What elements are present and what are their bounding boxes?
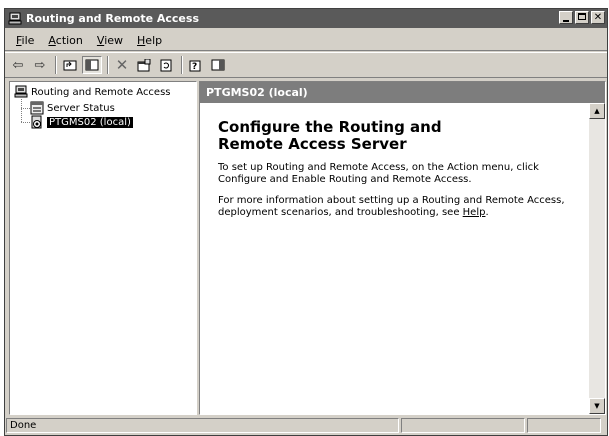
maximize-button[interactable]: [575, 11, 589, 24]
properties-icon: [137, 58, 151, 71]
status-panel-2: [401, 418, 525, 433]
refresh-icon: [160, 59, 172, 71]
configure-heading: Configure the Routing and Remote Access …: [218, 118, 442, 153]
tree-root-label: Routing and Remote Access: [31, 86, 171, 98]
status-text: Done: [6, 418, 399, 433]
help-icon: ?: [189, 60, 201, 72]
up-folder-icon: [63, 60, 77, 71]
title-bar[interactable]: Routing and Remote Access ✕: [5, 9, 607, 28]
tree-item-server-status[interactable]: Server Status: [30, 101, 115, 115]
svg-text:?: ?: [192, 62, 197, 72]
forward-arrow-icon: ⇨: [34, 57, 46, 73]
tree-item-label: Server Status: [47, 102, 115, 114]
tree-item-ptgms02-local[interactable]: PTGMS02 (local): [30, 115, 133, 129]
tree-connector: [21, 99, 22, 122]
show-hide-action-pane-button[interactable]: [208, 56, 228, 74]
status-bar: Done: [5, 416, 607, 435]
show-hide-tree-button[interactable]: [82, 56, 102, 74]
details-body: Configure the Routing and Remote Access …: [200, 103, 589, 414]
scroll-down-arrow-icon: ▼: [594, 402, 600, 410]
vertical-scrollbar[interactable]: ▲ ▼: [589, 103, 605, 414]
toolbar-separator: [107, 56, 109, 74]
setup-instructions: To set up Routing and Remote Access, on …: [218, 162, 539, 185]
close-button[interactable]: ✕: [591, 11, 605, 24]
scroll-down-button[interactable]: ▼: [589, 398, 605, 414]
window-title: Routing and Remote Access: [26, 12, 199, 25]
help-button[interactable]: ?: [186, 56, 206, 74]
menu-file[interactable]: File: [9, 34, 41, 47]
tree-connector: [21, 108, 30, 109]
forward-button[interactable]: ⇨: [30, 56, 50, 74]
tree-connector: [21, 122, 30, 123]
console-tree[interactable]: Routing and Remote Access Server Status …: [9, 81, 197, 415]
more-info-text: For more information about setting up a …: [218, 195, 565, 218]
console-tree-icon: [85, 59, 99, 71]
up-one-level-button[interactable]: [60, 56, 80, 74]
tree-root-routing[interactable]: Routing and Remote Access: [14, 85, 171, 99]
routing-server-icon: [14, 85, 28, 99]
details-pane: PTGMS02 (local) Configure the Routing an…: [199, 81, 606, 415]
menu-action[interactable]: Action: [41, 34, 89, 47]
menu-view[interactable]: View: [90, 34, 130, 47]
details-header: PTGMS02 (local): [200, 82, 605, 103]
scroll-up-button[interactable]: ▲: [589, 103, 605, 119]
mmc-window: Routing and Remote Access ✕ File Action …: [4, 8, 608, 436]
menu-bar: File Action View Help: [5, 30, 607, 51]
close-icon: ✕: [593, 12, 603, 23]
toolbar-separator: [55, 56, 57, 74]
server-status-icon: [30, 101, 44, 115]
properties-button[interactable]: [134, 56, 154, 74]
menu-help[interactable]: Help: [130, 34, 169, 47]
routing-app-icon: [8, 12, 22, 26]
delete-x-icon: ✕: [115, 56, 129, 74]
scroll-up-arrow-icon: ▲: [594, 107, 600, 115]
action-pane-icon: [211, 59, 225, 71]
toolbar: ⇦ ⇨ ✕ ?: [5, 52, 607, 78]
back-arrow-icon: ⇦: [12, 57, 24, 73]
refresh-button[interactable]: [156, 56, 176, 74]
delete-button[interactable]: ✕: [112, 56, 132, 74]
status-panel-3: [527, 418, 601, 433]
minimize-icon: [563, 20, 569, 22]
minimize-button[interactable]: [559, 11, 573, 24]
help-link[interactable]: Help: [463, 207, 486, 218]
back-button[interactable]: ⇦: [8, 56, 28, 74]
tree-item-label: PTGMS02 (local): [47, 116, 133, 128]
toolbar-separator: [181, 56, 183, 74]
server-stopped-icon: [30, 115, 44, 129]
maximize-icon: [578, 13, 586, 20]
